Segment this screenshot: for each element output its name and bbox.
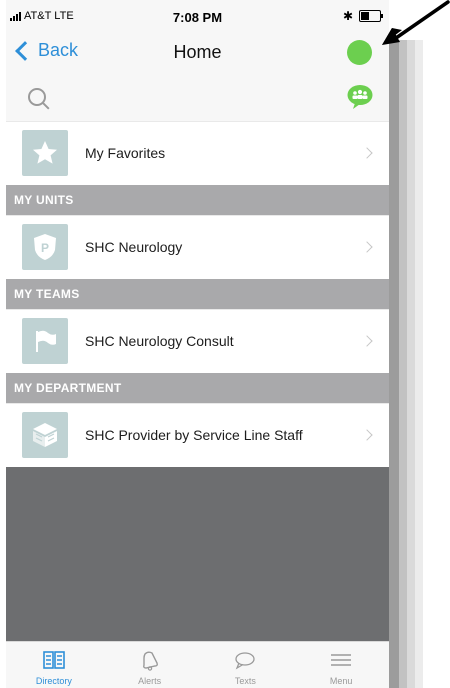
- flag-icon: [22, 318, 68, 364]
- shadow-stripe: [407, 40, 415, 688]
- tab-label: Texts: [234, 676, 256, 686]
- list-item-label: SHC Provider by Service Line Staff: [85, 427, 303, 443]
- chevron-right-icon: [361, 241, 373, 253]
- search-icon[interactable]: [28, 88, 46, 106]
- shadow-stripe: [389, 40, 399, 688]
- status-time: 7:08 PM: [172, 10, 223, 25]
- list-item-label: My Favorites: [85, 145, 166, 161]
- list-item-label: SHC Neurology Consult: [85, 333, 234, 349]
- chevron-right-icon: [361, 147, 373, 159]
- tab-label: Menu: [329, 676, 353, 686]
- list-item-unit[interactable]: P SHC Neurology: [6, 215, 389, 279]
- tab-label: Alerts: [138, 676, 162, 686]
- tab-label: Directory: [35, 676, 72, 686]
- chevron-right-icon: [361, 429, 373, 441]
- chevron-right-icon: [361, 335, 373, 347]
- tab-texts[interactable]: Texts: [198, 642, 294, 688]
- tab-menu[interactable]: Menu: [293, 642, 389, 688]
- list-item-team[interactable]: SHC Neurology Consult: [6, 309, 389, 373]
- directory-list: My Favorites MY UNITS P SHC Neurology MY…: [6, 121, 389, 467]
- section-header-department: MY DEPARTMENT: [6, 373, 389, 403]
- search-bar: [6, 78, 389, 121]
- speech-bubble-icon: [235, 652, 256, 670]
- tab-bar: Directory Alerts Texts Menu: [6, 641, 389, 688]
- status-bar: AT&T LTE 7:08 PM ✱: [6, 0, 389, 28]
- bell-icon: [142, 651, 158, 671]
- nav-bar: Back Home: [6, 28, 389, 78]
- status-right: ✱: [342, 9, 383, 23]
- svg-text:P: P: [41, 241, 49, 255]
- directory-icon: [43, 651, 65, 669]
- shadow-stripe: [399, 40, 407, 688]
- list-item-department[interactable]: SHC Provider by Service Line Staff: [6, 403, 389, 467]
- annotation-arrow: [382, 0, 450, 45]
- section-header-units: MY UNITS: [6, 185, 389, 215]
- badge-p-icon: P: [22, 224, 68, 270]
- list-item-label: SHC Neurology: [85, 239, 183, 255]
- group-chat-icon[interactable]: [347, 84, 373, 110]
- star-icon: [22, 130, 68, 176]
- hamburger-icon: [331, 654, 352, 666]
- tab-alerts[interactable]: Alerts: [102, 642, 198, 688]
- shadow-stripe: [415, 40, 423, 688]
- list-item-favorites[interactable]: My Favorites: [6, 121, 389, 185]
- tab-directory[interactable]: Directory: [6, 642, 102, 688]
- section-header-teams: MY TEAMS: [6, 279, 389, 309]
- page-title: Home: [173, 42, 222, 62]
- building-icon: [22, 412, 68, 458]
- bluetooth-icon: ✱: [342, 9, 353, 23]
- phone-screen: AT&T LTE 7:08 PM ✱ Back Home My Favorite…: [6, 0, 389, 688]
- presence-status-button[interactable]: [347, 40, 372, 65]
